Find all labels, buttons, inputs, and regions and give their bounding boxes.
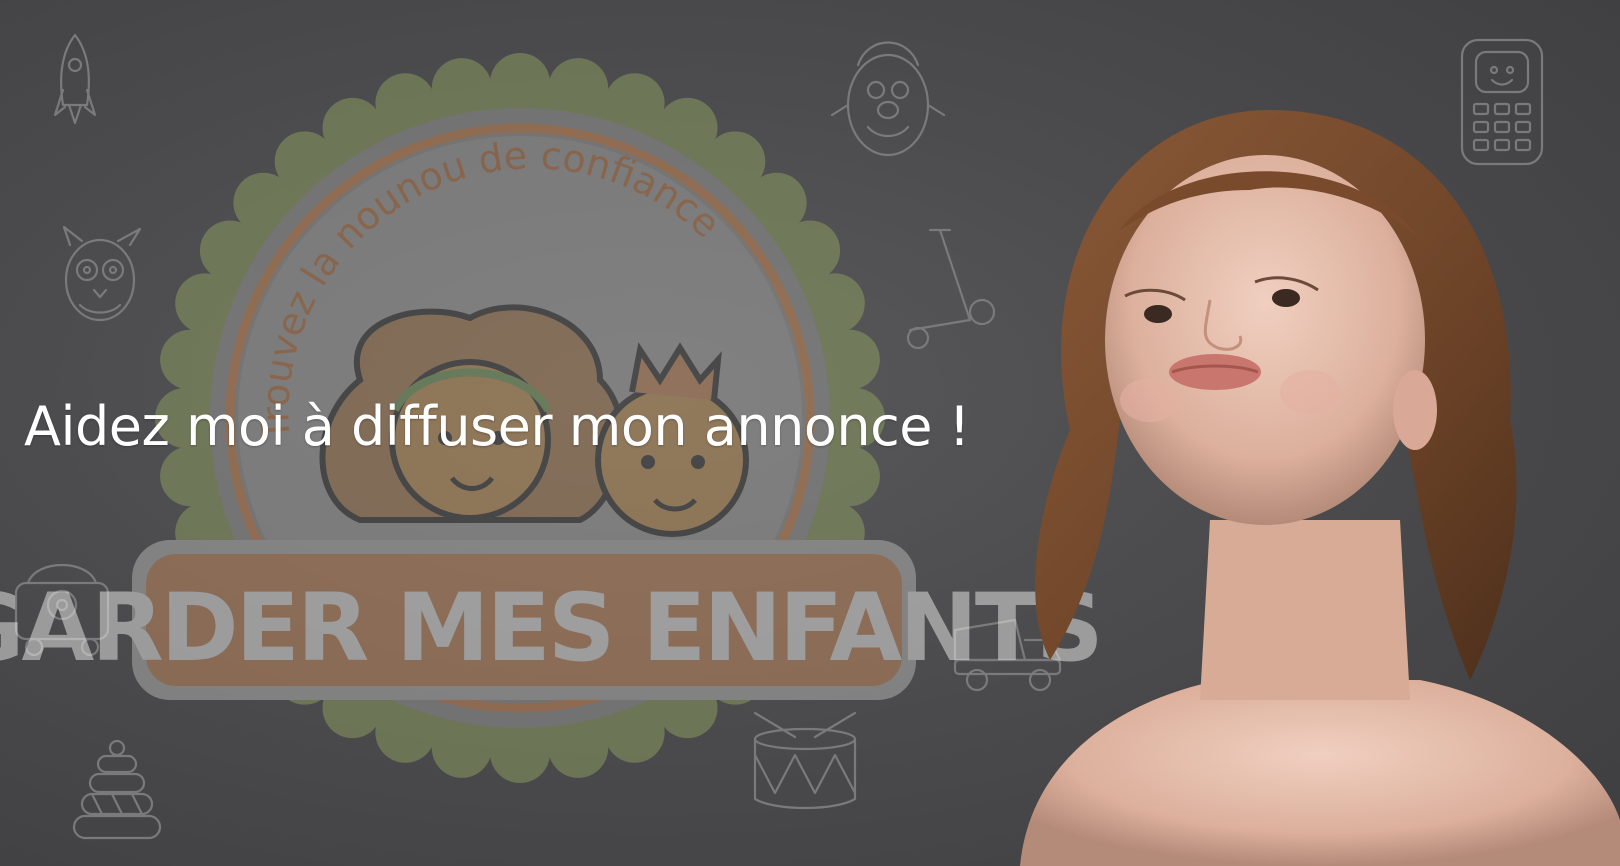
hero-headline: Aidez moi à diffuser mon annonce ! [24, 395, 970, 458]
hero-banner: Trouvez la nounou de confiance GARDER ME… [0, 0, 1620, 866]
